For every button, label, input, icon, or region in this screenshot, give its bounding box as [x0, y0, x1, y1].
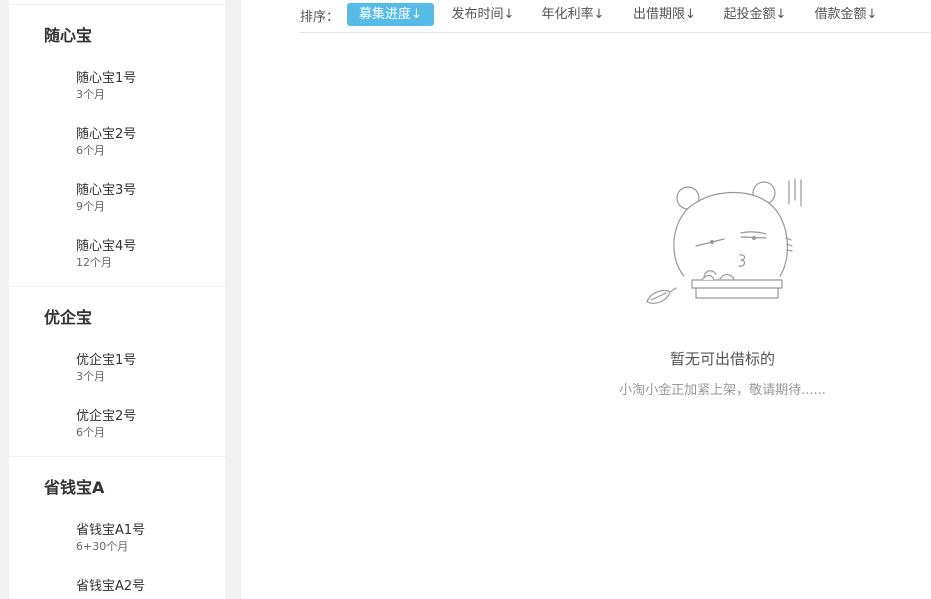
item-period: 3个月 [76, 88, 105, 101]
sort-bar: 排序： 募集进度↓ 发布时间↓ 年化利率↓ 出借期限↓ 起投金额↓ 借款金额↓ [300, 0, 931, 33]
item-name: 省钱宝A2号 [76, 579, 146, 594]
sidebar-item-suixinbao-2[interactable]: 随心宝2号 6个月 [76, 126, 216, 166]
mascot-peeking-over-desk-icon [646, 178, 802, 304]
product-menu: 随心宝 随心宝1号 3个月 随心宝2号 6个月 随心宝3号 9个月 随心宝4号 … [9, 0, 225, 599]
item-period: 6个月 [76, 144, 105, 157]
item-name: 随心宝4号 [76, 239, 137, 254]
group-title-suixinbao: 随心宝 [44, 26, 93, 45]
sort-label: 排序： [300, 10, 340, 25]
item-period: 6个月 [76, 426, 105, 439]
item-name: 优企宝2号 [76, 409, 137, 424]
sidebar-item-shengqianbao-a2[interactable]: 省钱宝A2号 [76, 578, 216, 599]
item-name: 优企宝1号 [76, 353, 137, 368]
empty-state-title: 暂无可出借标的 [669, 350, 775, 368]
group-title-shengqianbao-a: 省钱宝A [44, 478, 105, 497]
sort-by-loan-amount-button[interactable]: 借款金额↓ [808, 3, 884, 26]
divider [9, 4, 225, 5]
sort-by-min-amount-button[interactable]: 起投金额↓ [717, 3, 793, 26]
item-period: 9个月 [76, 200, 105, 213]
item-period: 12个月 [76, 256, 112, 269]
sort-by-rate-button[interactable]: 年化利率↓ [535, 3, 611, 26]
empty-state-subtitle: 小淘小金正加紧上架，敬请期待...... [619, 383, 826, 398]
sidebar-item-suixinbao-1[interactable]: 随心宝1号 3个月 [76, 70, 216, 110]
sort-by-publish-time-button[interactable]: 发布时间↓ [443, 3, 523, 26]
item-name: 随心宝2号 [76, 127, 137, 142]
sidebar-item-suixinbao-3[interactable]: 随心宝3号 9个月 [76, 182, 216, 222]
group-title-youqibao: 优企宝 [44, 308, 93, 327]
sort-by-progress-button[interactable]: 募集进度↓ [347, 3, 434, 26]
sidebar: 随心宝 随心宝1号 3个月 随心宝2号 6个月 随心宝3号 9个月 随心宝4号 … [0, 0, 241, 599]
sort-by-term-button[interactable]: 出借期限↓ [627, 3, 702, 26]
item-period: 3个月 [76, 370, 105, 383]
sidebar-item-youqibao-1[interactable]: 优企宝1号 3个月 [76, 352, 216, 392]
item-period: 6+30个月 [76, 540, 129, 553]
group-divider [9, 456, 225, 457]
item-name: 省钱宝A1号 [76, 523, 146, 538]
group-divider [9, 286, 225, 287]
sidebar-item-youqibao-2[interactable]: 优企宝2号 6个月 [76, 408, 216, 448]
sidebar-item-shengqianbao-a1[interactable]: 省钱宝A1号 6+30个月 [76, 522, 216, 562]
item-name: 随心宝1号 [76, 71, 137, 86]
sidebar-item-suixinbao-4[interactable]: 随心宝4号 12个月 [76, 238, 216, 278]
item-name: 随心宝3号 [76, 183, 137, 198]
